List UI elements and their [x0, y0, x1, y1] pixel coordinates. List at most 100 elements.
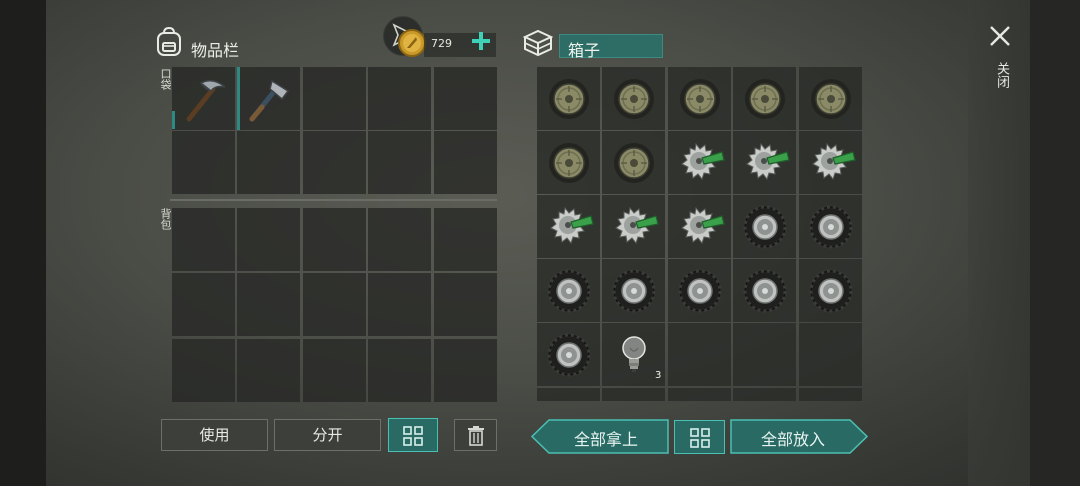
- container-slot[interactable]: [668, 195, 731, 258]
- coin-amount: 729: [431, 37, 452, 50]
- pocket-slot[interactable]: [368, 67, 431, 130]
- container-slot[interactable]: [668, 323, 731, 386]
- container-slot[interactable]: [668, 259, 731, 322]
- pocket-slot[interactable]: [434, 131, 497, 194]
- container-slot[interactable]: [733, 388, 796, 401]
- pocket-slot[interactable]: [172, 131, 235, 194]
- wheel-icon: [808, 204, 854, 254]
- container-slot[interactable]: [733, 259, 796, 322]
- backpack-slot[interactable]: [172, 208, 235, 271]
- section-divider: [170, 199, 497, 201]
- saw-blade-icon: [674, 140, 726, 190]
- pocket-slot[interactable]: [172, 67, 235, 130]
- saw-blade-icon: [608, 204, 660, 254]
- container-slot[interactable]: [537, 388, 600, 401]
- use-button[interactable]: 使用: [161, 419, 268, 451]
- item-quantity: 3: [655, 370, 662, 381]
- container-slot[interactable]: [602, 259, 665, 322]
- light-bulb-icon: [619, 334, 649, 380]
- tire-rim-icon: [546, 140, 592, 190]
- container-slot[interactable]: [537, 259, 600, 322]
- container-slot[interactable]: [799, 195, 862, 258]
- pocket-label: 口袋: [159, 68, 172, 90]
- sort-inventory-button[interactable]: [388, 418, 438, 452]
- tire-rim-icon: [677, 76, 723, 126]
- container-slot[interactable]: [537, 67, 600, 130]
- backpack-slot[interactable]: [172, 273, 235, 336]
- take-all-button[interactable]: 全部拿上: [531, 419, 669, 454]
- backpack-slot[interactable]: [303, 208, 366, 271]
- container-slot[interactable]: [602, 67, 665, 130]
- backpack-slot[interactable]: [237, 339, 300, 402]
- sort-grid-icon: [403, 426, 423, 446]
- delete-button[interactable]: [454, 419, 497, 451]
- container-slot[interactable]: [799, 323, 862, 386]
- container-slot[interactable]: [602, 195, 665, 258]
- pocket-slot[interactable]: [303, 131, 366, 194]
- container-slot[interactable]: [733, 323, 796, 386]
- backpack-slot[interactable]: [368, 273, 431, 336]
- saw-blade-icon: [805, 140, 857, 190]
- backpack-slot[interactable]: [434, 339, 497, 402]
- coin-icon: [398, 29, 426, 57]
- sort-container-button[interactable]: [674, 420, 725, 454]
- split-button[interactable]: 分开: [274, 419, 381, 451]
- tire-rim-icon: [546, 76, 592, 126]
- backpack-label: 背包: [159, 208, 172, 230]
- left-edge: [0, 0, 46, 486]
- backpack-icon: [157, 26, 181, 56]
- container-slot[interactable]: [799, 67, 862, 130]
- container-slot[interactable]: [799, 388, 862, 401]
- pocket-slot[interactable]: [303, 67, 366, 130]
- backpack-slot[interactable]: [237, 208, 300, 271]
- pocket-slot[interactable]: [434, 67, 497, 130]
- right-edge: [1030, 0, 1080, 486]
- container-slot[interactable]: [733, 67, 796, 130]
- backpack-slot[interactable]: [303, 273, 366, 336]
- plus-icon[interactable]: [470, 30, 492, 52]
- close-label[interactable]: 关闭: [992, 62, 1011, 88]
- container-slot[interactable]: [602, 388, 665, 401]
- container-slot[interactable]: [733, 131, 796, 194]
- container-slot[interactable]: [668, 67, 731, 130]
- container-slot[interactable]: 3: [602, 323, 665, 386]
- crate-icon: [522, 29, 554, 57]
- container-slot[interactable]: [799, 259, 862, 322]
- trash-icon: [468, 426, 484, 446]
- container-title: 箱子: [568, 41, 601, 60]
- wheel-icon: [611, 268, 657, 318]
- tire-rim-icon: [611, 140, 657, 190]
- backpack-slot[interactable]: [368, 208, 431, 271]
- pocket-slot[interactable]: [237, 131, 300, 194]
- container-slot[interactable]: [537, 323, 600, 386]
- pocket-slot[interactable]: [237, 67, 300, 130]
- durability-bar: [172, 111, 175, 129]
- close-icon[interactable]: [988, 24, 1012, 48]
- container-slot[interactable]: [668, 131, 731, 194]
- backpack-slot[interactable]: [434, 273, 497, 336]
- put-all-label: 全部放入: [760, 430, 825, 449]
- tire-rim-icon: [742, 76, 788, 126]
- hatchet-icon: [244, 73, 294, 127]
- wheel-icon: [546, 268, 592, 318]
- container-slot[interactable]: [602, 131, 665, 194]
- container-slot[interactable]: [733, 195, 796, 258]
- pocket-slot[interactable]: [368, 131, 431, 194]
- saw-blade-icon: [674, 204, 726, 254]
- backpack-slot[interactable]: [368, 339, 431, 402]
- container-slot[interactable]: [799, 131, 862, 194]
- backpack-slot[interactable]: [434, 208, 497, 271]
- backpack-slot[interactable]: [303, 339, 366, 402]
- backpack-slot[interactable]: [237, 273, 300, 336]
- durability-bar: [237, 67, 240, 130]
- put-all-button[interactable]: 全部放入: [730, 419, 868, 454]
- container-title-box: 箱子: [559, 34, 663, 60]
- backpack-slot[interactable]: [172, 339, 235, 402]
- wheel-icon: [677, 268, 723, 318]
- coin-display: [383, 16, 429, 62]
- wheel-icon: [742, 204, 788, 254]
- container-slot[interactable]: [537, 131, 600, 194]
- wheel-icon: [546, 332, 592, 382]
- container-slot[interactable]: [668, 388, 731, 401]
- container-slot[interactable]: [537, 195, 600, 258]
